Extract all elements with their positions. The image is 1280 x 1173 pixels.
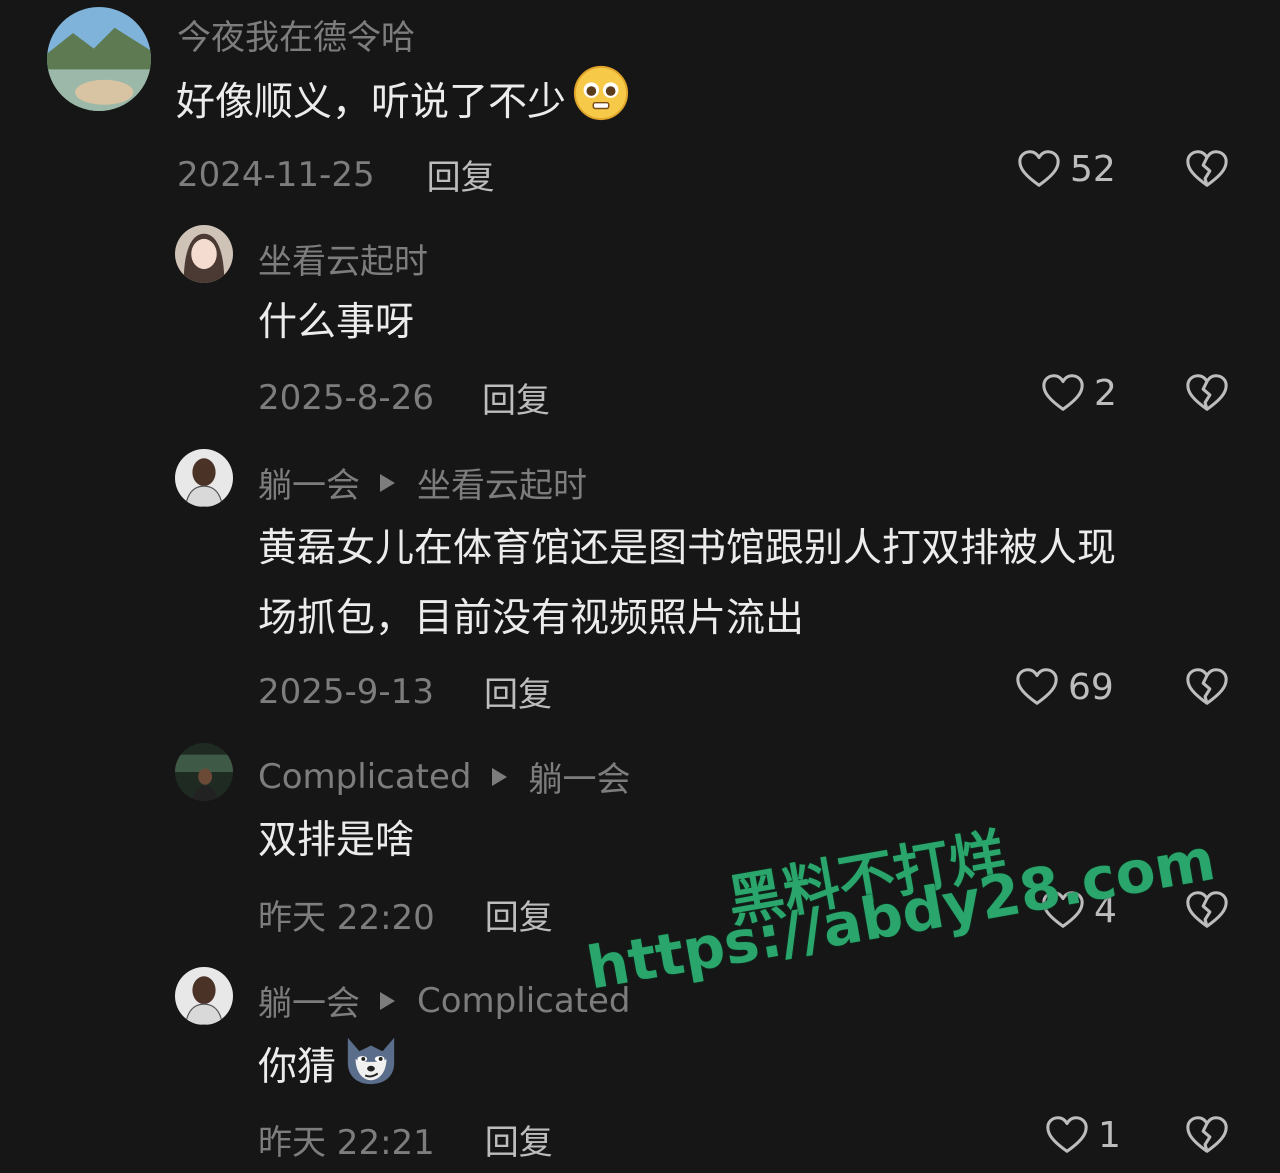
comment-item: 坐看云起时 什么事呀 2025-8-26 回复 2 [0, 220, 1280, 430]
comment-item: Complicated 躺一会 双排是啥 昨天 22:20 回复 4 [0, 740, 1280, 950]
heart-icon [1046, 1116, 1088, 1153]
comment-body: 双排是啥 [258, 818, 415, 863]
avatar-group-icon [175, 743, 233, 801]
like-count: 2 [1094, 372, 1117, 414]
comment-meta: 2024-11-25 回复 [177, 150, 495, 199]
comment-date: 昨天 22:21 [258, 1123, 435, 1163]
comment-body: 什么事呀 [258, 300, 415, 345]
reply-to-username[interactable]: 躺一会 [529, 752, 631, 801]
heart-icon [1042, 374, 1084, 411]
comment-text: 你猜 [258, 1030, 400, 1109]
broken-heart-icon[interactable] [1184, 1112, 1230, 1158]
pleading-face-icon [572, 64, 630, 145]
like-count: 1 [1098, 1114, 1121, 1156]
smirking-husky-icon [342, 1030, 400, 1109]
heart-icon [1016, 668, 1058, 705]
reply-to-arrow-icon [380, 991, 395, 1010]
reply-button[interactable]: 回复 [485, 1115, 553, 1164]
heart-icon [1042, 891, 1084, 928]
comment-meta: 2025-9-13 回复 [258, 667, 552, 716]
comment-date: 2024-11-25 [177, 154, 375, 195]
avatar[interactable] [47, 7, 151, 111]
comment-header: 躺一会 Complicated [258, 976, 631, 1025]
username[interactable]: 躺一会 [258, 458, 360, 507]
like-button[interactable]: 4 [1040, 887, 1117, 933]
username[interactable]: 躺一会 [258, 976, 360, 1025]
comment-date: 昨天 22:20 [258, 898, 435, 938]
comment-list: 今夜我在德令哈 好像顺义，听说了不少 2024-11-25 回复 52 坐看云起… [0, 0, 1280, 1173]
like-count: 52 [1070, 148, 1116, 190]
username[interactable]: 今夜我在德令哈 [177, 10, 415, 59]
comment-header: Complicated 躺一会 [258, 752, 631, 801]
comment-header: 坐看云起时 [258, 234, 428, 283]
broken-heart-icon[interactable] [1184, 370, 1230, 416]
like-button[interactable]: 1 [1044, 1112, 1121, 1158]
avatar-landscape-icon [47, 7, 151, 111]
broken-heart-icon[interactable] [1184, 146, 1230, 192]
comment-body-line: 黄磊女儿在体育馆还是图书馆跟别人打双排被人现 [258, 526, 1117, 571]
reply-button[interactable]: 回复 [427, 150, 495, 199]
comment-body: 好像顺义，听说了不少 [176, 80, 567, 125]
avatar-girl-icon [175, 225, 233, 283]
comment-date: 2025-8-26 [258, 377, 434, 418]
broken-heart-icon[interactable] [1184, 887, 1230, 933]
comment-date: 2025-9-13 [258, 671, 434, 712]
reply-button[interactable]: 回复 [484, 667, 552, 716]
comment-header: 躺一会 坐看云起时 [258, 458, 587, 507]
comment-item: 躺一会 Complicated 你猜 昨天 22:21 回复 1 [0, 962, 1280, 1173]
avatar[interactable] [175, 967, 233, 1025]
comment-meta: 昨天 22:20 回复 [258, 890, 553, 939]
reply-to-username[interactable]: 坐看云起时 [417, 458, 587, 507]
avatar-man-icon [175, 449, 233, 507]
like-count: 69 [1068, 666, 1114, 708]
comment-item: 今夜我在德令哈 好像顺义，听说了不少 2024-11-25 回复 52 [0, 0, 1280, 205]
comment-header: 今夜我在德令哈 [177, 10, 415, 59]
reply-button[interactable]: 回复 [485, 890, 553, 939]
avatar[interactable] [175, 225, 233, 283]
reply-to-arrow-icon [380, 473, 395, 492]
like-count: 4 [1094, 889, 1117, 931]
like-button[interactable]: 69 [1014, 664, 1114, 710]
comment-text: 双排是啥 [258, 806, 414, 876]
reply-to-arrow-icon [491, 767, 507, 786]
like-button[interactable]: 52 [1016, 146, 1116, 192]
comment-text: 什么事呀 [258, 288, 414, 358]
reply-to-username[interactable]: Complicated [417, 981, 631, 1021]
reply-button[interactable]: 回复 [482, 373, 550, 422]
comment-body: 你猜 [258, 1045, 337, 1090]
like-button[interactable]: 2 [1040, 370, 1117, 416]
broken-heart-icon[interactable] [1184, 664, 1230, 710]
comment-body-line: 场抓包，目前没有视频照片流出 [258, 596, 805, 641]
username[interactable]: 坐看云起时 [258, 234, 428, 283]
avatar[interactable] [175, 449, 233, 507]
comment-text: 好像顺义，听说了不少 [176, 64, 630, 145]
avatar-man-icon [175, 967, 233, 1025]
heart-icon [1018, 150, 1060, 187]
username[interactable]: Complicated [258, 757, 472, 797]
comment-item: 躺一会 坐看云起时 黄磊女儿在体育馆还是图书馆跟别人打双排被人现 场抓包，目前没… [0, 444, 1280, 724]
comment-text: 黄磊女儿在体育馆还是图书馆跟别人打双排被人现 场抓包，目前没有视频照片流出 [258, 514, 1116, 654]
comment-meta: 昨天 22:21 回复 [258, 1115, 553, 1164]
avatar[interactable] [175, 743, 233, 801]
comment-meta: 2025-8-26 回复 [258, 373, 550, 422]
